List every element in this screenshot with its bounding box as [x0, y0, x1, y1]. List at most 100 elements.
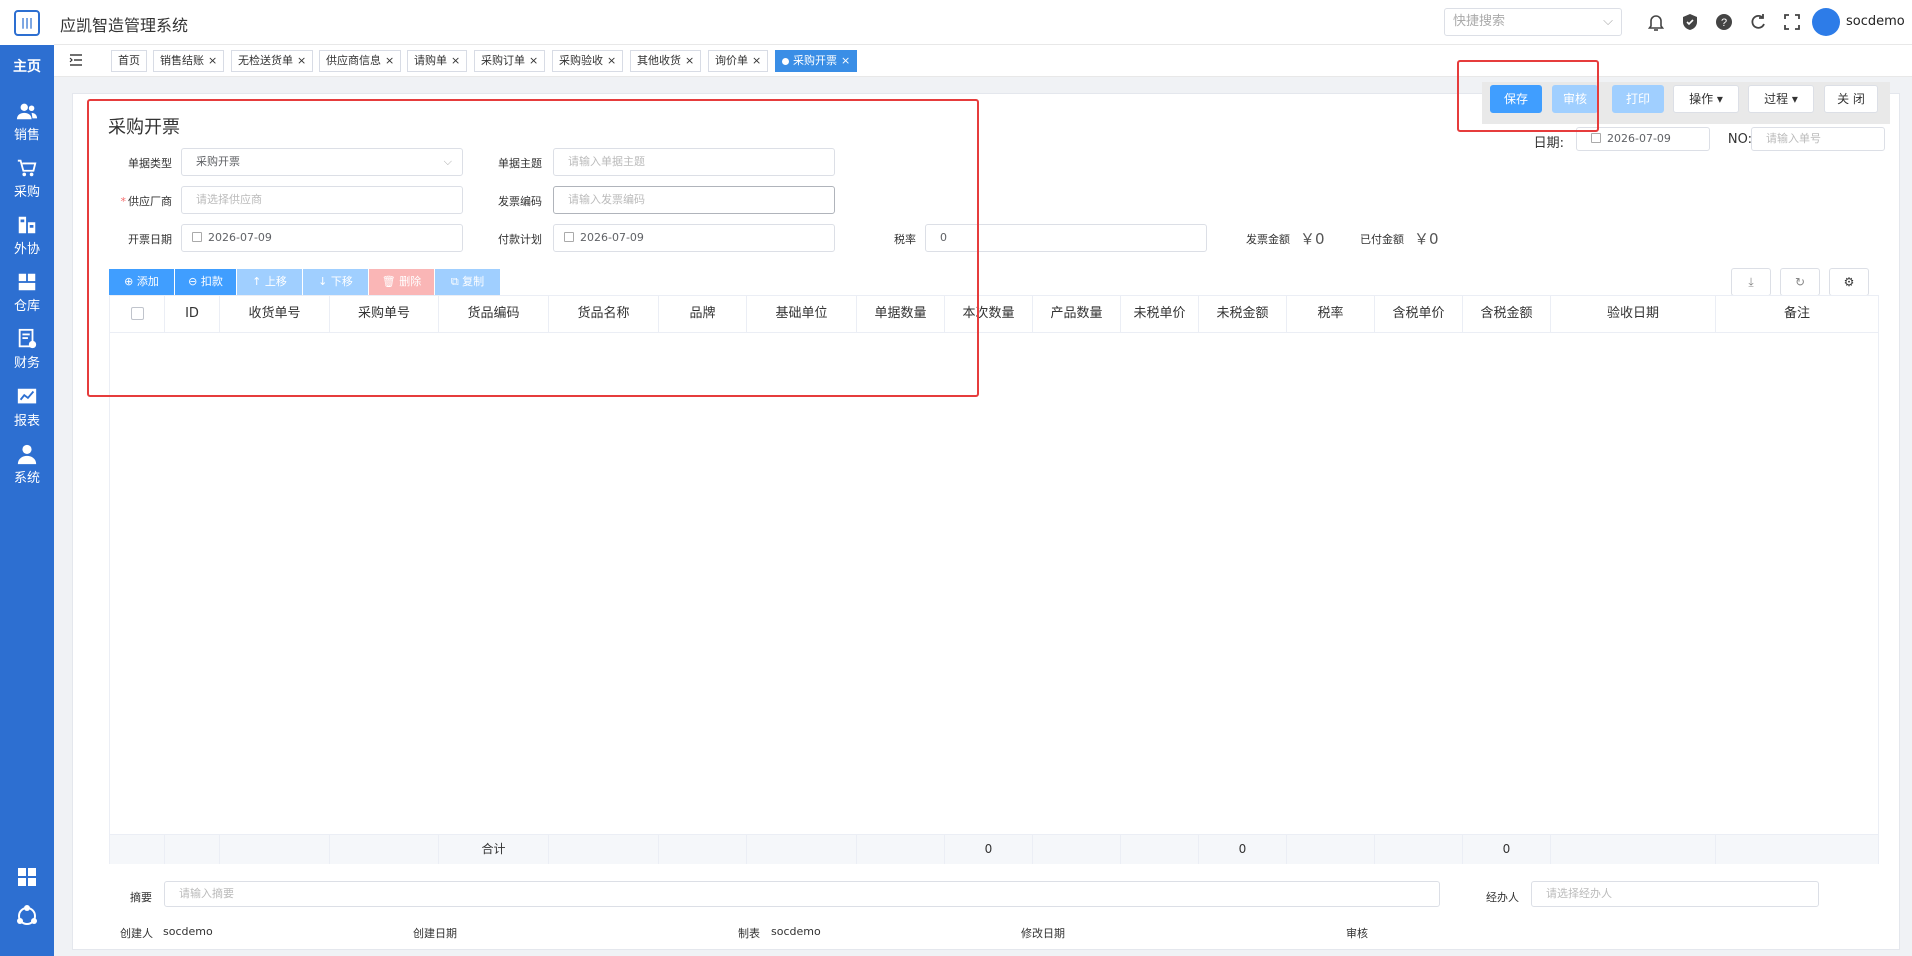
refresh-icon[interactable] [1748, 12, 1768, 32]
close-icon[interactable]: × [607, 54, 616, 67]
sidebar-item-home[interactable]: 主页 [0, 56, 54, 76]
username[interactable]: socdemo [1846, 14, 1905, 29]
tab-other-receipt[interactable]: 其他收货 × [630, 50, 702, 72]
refresh-table-button[interactable]: ↻ [1780, 268, 1820, 296]
supplier-select[interactable]: 请选择供应商 [181, 186, 463, 214]
add-button[interactable]: ⊕ 添加 [109, 269, 174, 295]
summary-input[interactable]: 请输入摘要 [164, 881, 1440, 907]
tax-rate-input[interactable]: 0 [925, 224, 1207, 252]
menu-collapse-icon[interactable] [68, 52, 84, 68]
tab-supplier-info[interactable]: 供应商信息 × [319, 50, 402, 72]
close-icon[interactable]: × [841, 54, 850, 67]
deduct-button[interactable]: ⊖ 扣款 [175, 269, 236, 295]
col-inspect-date[interactable]: 验收日期 [1551, 296, 1716, 332]
audit-label: 审核 [1346, 927, 1368, 940]
tab-label: 供应商信息 [326, 54, 381, 67]
date-label: 日期: [1533, 136, 1564, 151]
col-product-qty[interactable]: 产品数量 [1033, 296, 1121, 332]
col-base-unit[interactable]: 基础单位 [747, 296, 857, 332]
handler-select[interactable]: 请选择经办人 [1531, 881, 1819, 907]
close-icon[interactable]: × [685, 54, 694, 67]
move-up-button[interactable]: ↑ 上移 [237, 269, 302, 295]
bell-icon[interactable] [1646, 12, 1666, 32]
delete-button[interactable]: 🗑 删除 [369, 269, 434, 295]
tab-label: 采购验收 [559, 54, 603, 67]
invoice-code-input[interactable]: 请输入发票编码 [553, 186, 835, 214]
shield-icon[interactable] [1680, 12, 1700, 32]
col-doc-qty[interactable]: 单据数量 [857, 296, 945, 332]
audit-button[interactable]: 审核 [1552, 85, 1598, 113]
payment-plan-picker[interactable]: 2026-07-09 [553, 224, 835, 252]
paid-amount-label: 已付金额 [1360, 233, 1404, 246]
help-icon[interactable]: ? [1714, 12, 1734, 32]
col-this-qty[interactable]: 本次数量 [945, 296, 1033, 332]
page-title: 采购开票 [108, 117, 180, 138]
footer-cell [857, 835, 945, 864]
avatar[interactable] [1812, 8, 1840, 36]
tab-purchase-request[interactable]: 请购单 × [407, 50, 468, 72]
tab-sales-settle[interactable]: 销售结账 × [153, 50, 225, 72]
col-remark[interactable]: 备注 [1716, 296, 1878, 332]
invoice-date-picker[interactable]: 2026-07-09 [181, 224, 463, 252]
close-icon[interactable]: × [297, 54, 306, 67]
col-item-name[interactable]: 货品名称 [549, 296, 659, 332]
network-button[interactable] [0, 905, 54, 927]
tab-no-inspect-delivery[interactable]: 无检送货单 × [231, 50, 314, 72]
sidebar-item-outsource[interactable]: 外协 [0, 214, 54, 257]
tab-purchase-inspection[interactable]: 采购验收 × [552, 50, 624, 72]
close-icon[interactable]: × [752, 54, 761, 67]
tab-label: 其他收货 [637, 54, 681, 67]
fullscreen-icon[interactable] [1782, 12, 1802, 32]
sidebar-item-finance[interactable]: 财务 [0, 328, 54, 371]
move-down-button[interactable]: ↓ 下移 [303, 269, 368, 295]
close-button[interactable]: 关 闭 [1824, 85, 1878, 113]
sidebar-item-sales[interactable]: 销售 [0, 100, 54, 143]
select-all-checkbox[interactable] [130, 307, 144, 320]
tab-inquiry[interactable]: 询价单 × [708, 50, 769, 72]
invoice-date-label: 开票日期 [128, 233, 172, 246]
quick-search-select[interactable]: 快捷搜索 ⌵ [1444, 8, 1622, 36]
subject-input[interactable]: 请输入单据主题 [553, 148, 835, 176]
col-taxed-price[interactable]: 含税单价 [1375, 296, 1463, 332]
close-icon[interactable]: × [529, 54, 538, 67]
col-brand[interactable]: 品牌 [659, 296, 747, 332]
close-icon[interactable]: × [208, 54, 217, 67]
close-icon[interactable]: × [451, 54, 460, 67]
table-settings-button[interactable]: ⚙ [1829, 268, 1869, 296]
col-id[interactable]: ID [165, 296, 220, 332]
col-item-code[interactable]: 货品编码 [439, 296, 549, 332]
date-picker[interactable]: 2026-07-09 [1576, 127, 1710, 151]
invoice-amount-value: ￥0 [1300, 230, 1325, 248]
tab-purchase-invoice[interactable]: 采购开票 × [775, 50, 858, 72]
col-untaxed-amount[interactable]: 未税金额 [1199, 296, 1287, 332]
operate-dropdown-button[interactable]: 操作 ▾ [1673, 85, 1739, 113]
print-button[interactable]: 打印 [1612, 85, 1664, 113]
sidebar-item-report[interactable]: 报表 [0, 386, 54, 429]
col-receipt-no[interactable]: 收货单号 [220, 296, 330, 332]
supplier-label: * 供应厂商 [100, 193, 173, 209]
date-value: 2026-07-09 [1607, 132, 1671, 145]
col-po-no[interactable]: 采购单号 [330, 296, 439, 332]
no-input[interactable]: 请输入单号 [1751, 127, 1885, 151]
col-tax-rate[interactable]: 税率 [1287, 296, 1375, 332]
copy-button[interactable]: ⧉ 复制 [435, 269, 500, 295]
export-button[interactable]: ⤓ [1731, 268, 1771, 296]
col-untaxed-price[interactable]: 未税单价 [1121, 296, 1199, 332]
col-taxed-amount[interactable]: 含税金额 [1463, 296, 1551, 332]
tab-label: 请购单 [414, 54, 447, 67]
tab-purchase-order[interactable]: 采购订单 × [474, 50, 546, 72]
sidebar-item-system[interactable]: 系统 [0, 443, 54, 486]
tab-home[interactable]: 首页 [111, 50, 147, 72]
caret-down-icon: ▾ [1716, 92, 1723, 106]
sidebar-item-purchase[interactable]: 采购 [0, 157, 54, 200]
footer-cell [220, 835, 330, 864]
sidebar-item-warehouse[interactable]: 仓库 [0, 271, 54, 314]
doc-type-select[interactable]: 采购开票 ⌵ [181, 148, 463, 176]
process-dropdown-button[interactable]: 过程 ▾ [1748, 85, 1814, 113]
save-button[interactable]: 保存 [1490, 85, 1542, 113]
close-icon[interactable]: × [385, 54, 394, 67]
payment-plan-value: 2026-07-09 [580, 231, 644, 244]
arrow-down-icon: ↓ [318, 275, 328, 288]
apps-grid-button[interactable] [0, 868, 54, 886]
chart-icon [17, 388, 37, 404]
